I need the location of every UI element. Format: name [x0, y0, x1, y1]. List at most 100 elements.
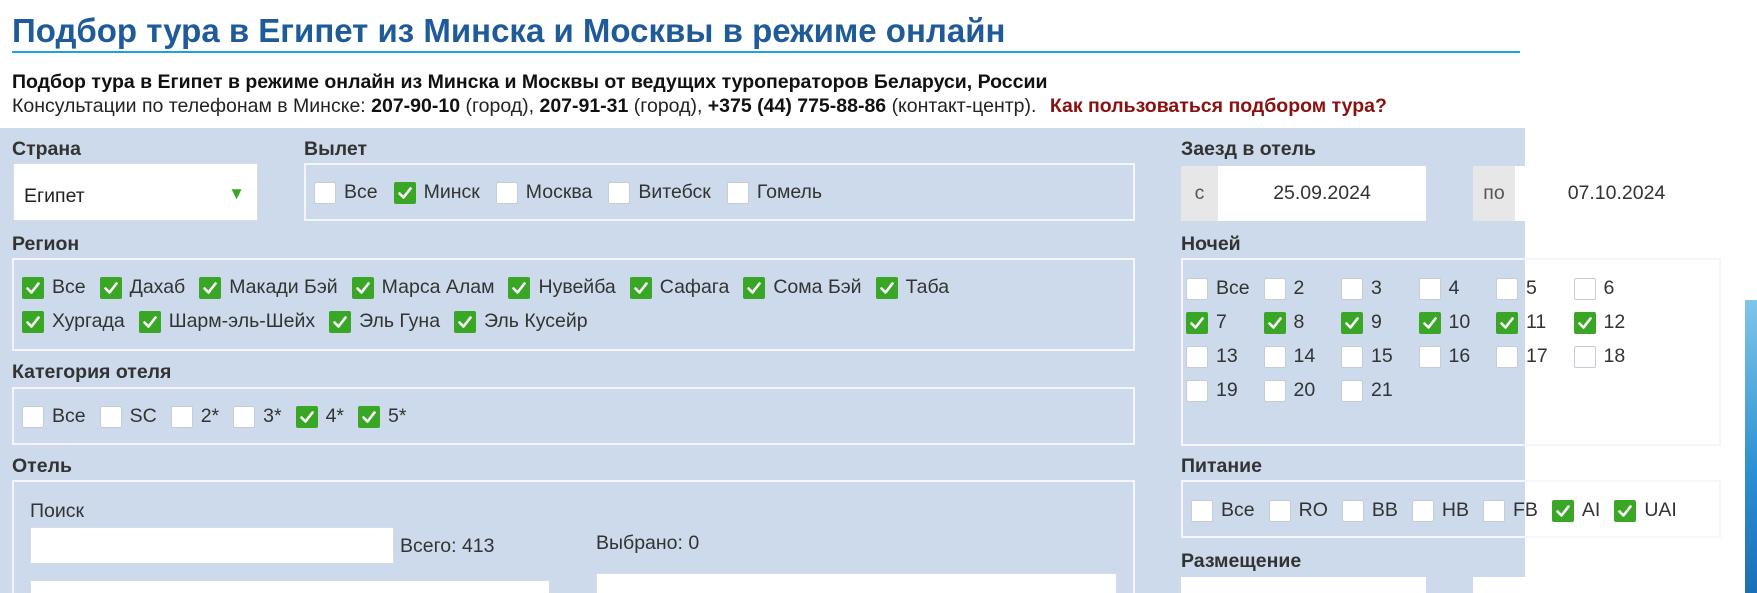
country-select[interactable]: Египет ▼: [13, 163, 258, 221]
region-option-checkbox[interactable]: Марса Алам: [351, 276, 495, 299]
departure-label: Вылет: [304, 138, 368, 160]
checkin-from-field[interactable]: с 25.09.2024: [1181, 166, 1426, 221]
phone-3: +375 (44) 775-88-86: [707, 95, 887, 117]
meals-option-label: Все: [1221, 499, 1255, 521]
region-option-label: Макади Бэй: [229, 276, 338, 298]
nights-option-checkbox[interactable]: 12: [1573, 311, 1626, 334]
meals-option-checkbox[interactable]: RO: [1268, 499, 1328, 522]
checkmark-icon: [743, 276, 766, 299]
nights-option-label: 11: [1526, 311, 1547, 333]
nights-option-checkbox[interactable]: 18: [1573, 345, 1625, 368]
hotel-label: Отель: [12, 455, 72, 477]
checkin-to-field[interactable]: по 07.10.2024: [1473, 166, 1718, 221]
hotel-search-input[interactable]: [30, 527, 394, 564]
category-options: Все SC 2* 3* 4* 5*: [22, 405, 420, 428]
region-option-checkbox[interactable]: Хургада: [22, 310, 125, 333]
meals-option-checkbox[interactable]: HB: [1411, 499, 1469, 522]
phone-2-note: (город),: [633, 95, 703, 117]
checkmark-icon: [454, 310, 477, 333]
category-option-checkbox[interactable]: 4*: [295, 405, 344, 428]
help-link[interactable]: Как пользоваться подбором тура?: [1050, 95, 1387, 117]
nights-option-label: 7: [1216, 311, 1227, 333]
nights-option-checkbox[interactable]: 13: [1186, 345, 1238, 368]
nights-option-label: 2: [1293, 277, 1305, 299]
phone-1: 207-90-10: [371, 95, 461, 117]
nights-option-label: 14: [1293, 345, 1316, 367]
checkbox-box: [1496, 345, 1518, 368]
checkbox-box: [233, 405, 256, 428]
category-option-checkbox[interactable]: 2*: [170, 405, 219, 428]
category-option-checkbox[interactable]: SC: [99, 405, 157, 428]
region-option-checkbox[interactable]: Шарм-эль-Шейх: [138, 310, 315, 333]
region-option-label: Эль Кусейр: [484, 310, 588, 332]
nights-option-checkbox[interactable]: 2: [1263, 277, 1305, 300]
nights-option-checkbox[interactable]: 19: [1186, 379, 1238, 402]
category-option-checkbox[interactable]: 3*: [233, 405, 282, 428]
departure-option-checkbox[interactable]: Витебск: [608, 181, 711, 204]
checkmark-icon: [629, 276, 652, 299]
checkmark-icon: [1573, 311, 1596, 334]
region-option-checkbox[interactable]: Сома Бэй: [743, 276, 862, 299]
nights-option-checkbox[interactable]: 15: [1341, 345, 1393, 368]
checkbox-box: [1191, 499, 1213, 522]
region-option-checkbox[interactable]: Дахаб: [99, 276, 185, 299]
nights-option-checkbox[interactable]: 17: [1496, 345, 1548, 368]
meals-option-checkbox[interactable]: FB: [1482, 499, 1538, 522]
region-option-label: Марса Алам: [381, 276, 495, 298]
region-option-checkbox[interactable]: Все: [22, 276, 86, 299]
region-option-label: Хургада: [52, 310, 125, 332]
departure-option-checkbox[interactable]: Минск: [393, 181, 480, 204]
nights-option-checkbox[interactable]: 3: [1341, 277, 1382, 300]
nights-option-label: 10: [1448, 311, 1471, 333]
departure-options: Все Минск Москва Витебск Гомель: [314, 181, 838, 204]
category-option-checkbox[interactable]: Все: [22, 405, 86, 428]
checkmark-icon: [1496, 311, 1518, 334]
checkbox-box: [1341, 379, 1363, 402]
region-option-checkbox[interactable]: Эль Кусейр: [454, 310, 588, 333]
checkin-to-prefix: по: [1473, 166, 1515, 221]
nights-option-checkbox[interactable]: 11: [1496, 311, 1546, 334]
departure-option-checkbox[interactable]: Гомель: [726, 181, 822, 204]
nights-option-checkbox[interactable]: 8: [1263, 311, 1304, 334]
region-option-checkbox[interactable]: Эль Гуна: [329, 310, 440, 333]
region-option-checkbox[interactable]: Сафага: [629, 276, 729, 299]
departure-option-label: Москва: [525, 181, 593, 203]
nights-option-checkbox[interactable]: 14: [1263, 345, 1316, 368]
checkbox-box: [1263, 345, 1286, 368]
region-option-checkbox[interactable]: Нувейба: [508, 276, 616, 299]
checkbox-box: [1341, 277, 1363, 300]
nights-option-checkbox[interactable]: 6: [1573, 277, 1614, 300]
accommodation-field-2[interactable]: [1473, 577, 1718, 593]
category-option-checkbox[interactable]: 5*: [358, 405, 406, 428]
accommodation-field-1[interactable]: [1181, 577, 1426, 593]
nights-option-checkbox[interactable]: 21: [1341, 379, 1393, 402]
nights-option-checkbox[interactable]: 9: [1341, 311, 1382, 334]
nights-option-checkbox[interactable]: 5: [1496, 277, 1537, 300]
meals-option-checkbox[interactable]: UAI: [1614, 499, 1677, 522]
nights-option-checkbox[interactable]: 10: [1418, 311, 1471, 334]
region-option-checkbox[interactable]: Макади Бэй: [199, 276, 338, 299]
hotel-list-available[interactable]: [30, 580, 550, 593]
nights-option-checkbox[interactable]: 16: [1418, 345, 1470, 368]
nights-option-checkbox[interactable]: 4: [1418, 277, 1459, 300]
nights-option-label: 17: [1526, 345, 1548, 367]
hotel-list-selected[interactable]: [596, 573, 1117, 593]
departure-option-checkbox[interactable]: Москва: [495, 181, 593, 204]
meals-option-label: FB: [1512, 499, 1538, 521]
meals-option-checkbox[interactable]: BB: [1341, 499, 1398, 522]
meals-option-checkbox[interactable]: AI: [1551, 499, 1600, 522]
region-option-checkbox[interactable]: Таба: [875, 276, 949, 299]
checkmark-icon: [199, 276, 222, 299]
meals-option-checkbox[interactable]: Все: [1191, 499, 1255, 522]
checkbox-box: [1418, 345, 1441, 368]
nights-option-label: 12: [1603, 311, 1626, 333]
nights-option-checkbox[interactable]: Все: [1186, 277, 1250, 300]
checkmark-icon: [22, 310, 44, 333]
departure-option-checkbox[interactable]: Все: [314, 181, 378, 204]
checkbox-box: [1186, 277, 1208, 300]
nights-option-checkbox[interactable]: 20: [1263, 379, 1315, 402]
checkbox-box: [1263, 379, 1286, 402]
intro-text: Подбор тура в Египет в режиме онлайн из …: [12, 71, 1048, 93]
nights-option-checkbox[interactable]: 7: [1186, 311, 1227, 334]
checkbox-box: [1341, 499, 1364, 522]
